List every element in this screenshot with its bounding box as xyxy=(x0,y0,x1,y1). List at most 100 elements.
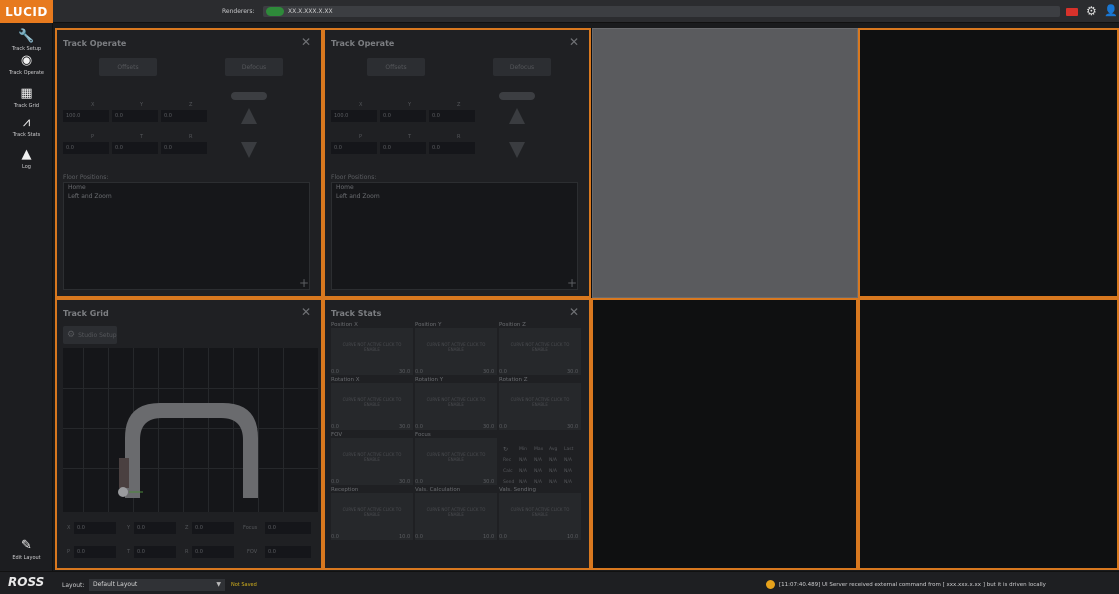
empty-cell-selected[interactable] xyxy=(592,28,858,298)
ross-logo: ROSS xyxy=(8,575,45,589)
field-r-value[interactable]: 0.0 xyxy=(192,546,234,558)
warning-icon: ▲ xyxy=(21,147,32,162)
r-input[interactable]: 0.0 xyxy=(429,142,475,154)
renderer-bar[interactable] xyxy=(263,6,1060,17)
add-position-icon[interactable]: + xyxy=(299,276,309,290)
renderers-label: Renderers: xyxy=(222,8,255,15)
layout-select-value: Default Layout xyxy=(93,581,138,588)
sidebar-item-label: Track Stats xyxy=(12,132,41,138)
arrow-up-button[interactable] xyxy=(241,108,257,124)
arrow-down-button[interactable] xyxy=(241,142,257,158)
field-fov-value[interactable]: 0.0 xyxy=(265,546,311,558)
defocus-button[interactable]: Defocus xyxy=(493,58,551,76)
table-cell: N/A xyxy=(534,469,542,474)
sidebar-item-label: Track Operate xyxy=(8,70,44,76)
offsets-button[interactable]: Offsets xyxy=(99,58,157,76)
record-icon[interactable] xyxy=(1066,8,1078,16)
close-icon[interactable]: ✕ xyxy=(569,35,579,49)
r-input[interactable]: 0.0 xyxy=(161,142,207,154)
table-header: Last xyxy=(564,447,574,452)
table-row-label: Rec xyxy=(503,458,512,463)
p-input[interactable]: 0.0 xyxy=(63,142,109,154)
tilt-toggle[interactable] xyxy=(499,92,535,100)
close-icon[interactable]: ✕ xyxy=(301,305,311,319)
grid-canvas[interactable] xyxy=(63,348,318,512)
sidebar-item-track-grid[interactable]: ▦ Track Grid xyxy=(0,86,53,118)
curve-note: CURVE NOT ACTIVE CLICK TO ENABLE xyxy=(426,342,486,352)
track-operate-panel-1: Track Operate ✕ Offsets Defocus X Y Z 10… xyxy=(55,28,323,298)
empty-cell[interactable] xyxy=(591,298,858,570)
stat-max: 30.0 xyxy=(567,424,579,430)
y-input[interactable]: 0.0 xyxy=(112,110,158,122)
table-cell: N/A xyxy=(534,458,542,463)
not-saved-status: Not Saved xyxy=(231,582,257,588)
curve-note: CURVE NOT ACTIVE CLICK TO ENABLE xyxy=(426,507,486,517)
top-bar: LUCID Renderers: XX.X.XXX.X.XX ⚙ 👤 xyxy=(0,0,1119,23)
y-label: Y xyxy=(408,102,412,108)
edit-layout-label: Edit Layout xyxy=(12,555,41,561)
close-icon[interactable]: ✕ xyxy=(569,305,579,319)
table-row-label: Calc xyxy=(503,469,513,474)
gear-icon[interactable]: ⚙ xyxy=(1086,5,1098,17)
field-focus-value[interactable]: 0.0 xyxy=(265,522,311,534)
refresh-icon[interactable]: ↻ xyxy=(503,446,508,453)
stat-max: 10.0 xyxy=(483,534,495,540)
stat-max: 30.0 xyxy=(483,369,495,375)
list-item[interactable]: Home xyxy=(64,183,309,192)
target-icon: ◉ xyxy=(20,53,33,68)
field-p-value[interactable]: 0.0 xyxy=(74,546,116,558)
sidebar-item-track-operate[interactable]: ◉ Track Operate xyxy=(0,53,53,85)
layout-label: Layout: xyxy=(62,582,85,589)
grid-icon: ▦ xyxy=(20,86,33,101)
table-header: Avg xyxy=(549,447,558,452)
x-input[interactable]: 100.0 xyxy=(331,110,377,122)
x-input[interactable]: 100.0 xyxy=(63,110,109,122)
empty-cell[interactable] xyxy=(858,298,1119,570)
studio-setup-button[interactable]: ⚙ Studio Setup xyxy=(63,326,117,344)
r-label: R xyxy=(189,134,193,140)
list-item[interactable]: Left and Zoom xyxy=(332,192,577,201)
gear-icon: ⚙ xyxy=(67,330,76,340)
field-z-value[interactable]: 0.0 xyxy=(192,522,234,534)
field-x-value[interactable]: 0.0 xyxy=(74,522,116,534)
offsets-button[interactable]: Offsets xyxy=(367,58,425,76)
panel-title: Track Operate xyxy=(63,39,127,48)
defocus-button[interactable]: Defocus xyxy=(225,58,283,76)
table-cell: N/A xyxy=(549,469,557,474)
panel-title: Track Operate xyxy=(331,39,395,48)
field-t-value[interactable]: 0.0 xyxy=(134,546,176,558)
log-message[interactable]: [11:07:40.489] UI Server received extern… xyxy=(779,582,1046,588)
table-header: Max xyxy=(534,447,544,452)
z-input[interactable]: 0.0 xyxy=(429,110,475,122)
arrow-down-button[interactable] xyxy=(509,142,525,158)
add-position-icon[interactable]: + xyxy=(567,276,577,290)
t-input[interactable]: 0.0 xyxy=(112,142,158,154)
close-icon[interactable]: ✕ xyxy=(301,35,311,49)
p-input[interactable]: 0.0 xyxy=(331,142,377,154)
arrow-up-button[interactable] xyxy=(509,108,525,124)
z-input[interactable]: 0.0 xyxy=(161,110,207,122)
layout-select[interactable]: Default Layout ▼ xyxy=(89,579,225,591)
y-input[interactable]: 0.0 xyxy=(380,110,426,122)
curve-note: CURVE NOT ACTIVE CLICK TO ENABLE xyxy=(342,507,402,517)
curve-note: CURVE NOT ACTIVE CLICK TO ENABLE xyxy=(510,507,570,517)
floor-positions-label: Floor Positions: xyxy=(63,174,109,181)
field-y-value[interactable]: 0.0 xyxy=(134,522,176,534)
list-item[interactable]: Left and Zoom xyxy=(64,192,309,201)
table-cell: N/A xyxy=(519,469,527,474)
list-item[interactable]: Home xyxy=(332,183,577,192)
studio-setup-label: Studio Setup xyxy=(78,331,117,339)
t-input[interactable]: 0.0 xyxy=(380,142,426,154)
sidebar-item-track-stats[interactable]: ⩘ Track Stats xyxy=(0,115,53,147)
sidebar-item-log[interactable]: ▲ Log xyxy=(0,147,53,179)
user-icon[interactable]: 👤 xyxy=(1104,5,1118,17)
edit-layout-button[interactable]: ✎ Edit Layout xyxy=(0,538,53,570)
stat-min: 0.0 xyxy=(499,424,507,430)
y-label: Y xyxy=(140,102,144,108)
curve-note: CURVE NOT ACTIVE CLICK TO ENABLE xyxy=(510,342,570,352)
sidebar: 🔧 Track Setup ◉ Track Operate ▦ Track Gr… xyxy=(0,23,53,571)
renderer-status-icon[interactable] xyxy=(266,7,284,16)
tilt-toggle[interactable] xyxy=(231,92,267,100)
camera-marker[interactable] xyxy=(119,458,129,488)
empty-cell[interactable] xyxy=(858,28,1119,298)
